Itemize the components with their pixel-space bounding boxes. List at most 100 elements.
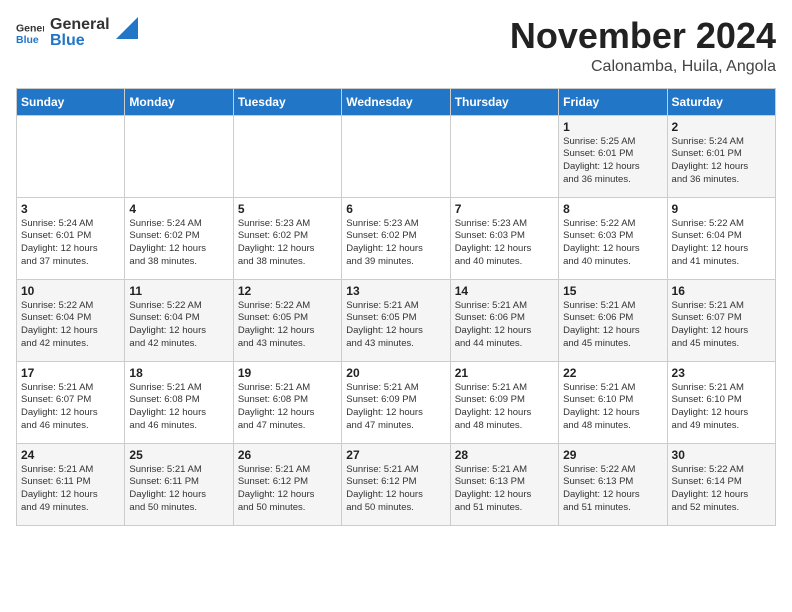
calendar-cell: 17 Sunrise: 5:21 AM Sunset: 6:07 PM Dayli… [17,361,125,443]
calendar-cell: 22 Sunrise: 5:21 AM Sunset: 6:10 PM Dayli… [559,361,667,443]
day-number: 6 [346,202,445,216]
day-info: Sunrise: 5:21 AM Sunset: 6:06 PM Dayligh… [563,300,662,351]
calendar-cell: 4 Sunrise: 5:24 AM Sunset: 6:02 PM Daylig… [125,197,233,279]
day-number: 10 [21,284,120,298]
calendar-cell [233,115,341,197]
calendar-cell: 30Sunrise: 5:22 AM Sunset: 6:14 PM Dayli… [667,443,775,525]
day-info: Sunrise: 5:24 AM Sunset: 6:01 PM Dayligh… [21,218,120,269]
day-number: 20 [346,366,445,380]
day-info: Sunrise: 5:22 AM Sunset: 6:05 PM Dayligh… [238,300,337,351]
calendar-cell: 16 Sunrise: 5:21 AM Sunset: 6:07 PM Dayli… [667,279,775,361]
svg-text:Blue: Blue [16,33,39,45]
calendar-cell [17,115,125,197]
calendar-week-row: 1 Sunrise: 5:25 AM Sunset: 6:01 PM Daylig… [17,115,776,197]
day-number: 3 [21,202,120,216]
calendar-cell: 11Sunrise: 5:22 AM Sunset: 6:04 PM Dayli… [125,279,233,361]
day-number: 25 [129,448,228,462]
calendar-week-row: 10 Sunrise: 5:22 AM Sunset: 6:04 PM Dayli… [17,279,776,361]
day-number: 16 [672,284,771,298]
day-number: 27 [346,448,445,462]
day-number: 7 [455,202,554,216]
calendar-cell: 7 Sunrise: 5:23 AM Sunset: 6:03 PM Daylig… [450,197,558,279]
day-info: Sunrise: 5:21 AM Sunset: 6:12 PM Dayligh… [238,464,337,515]
calendar-cell: 9 Sunrise: 5:22 AM Sunset: 6:04 PM Daylig… [667,197,775,279]
day-info: Sunrise: 5:21 AM Sunset: 6:08 PM Dayligh… [238,382,337,433]
calendar-week-row: 3 Sunrise: 5:24 AM Sunset: 6:01 PM Daylig… [17,197,776,279]
page-header: General Blue General Blue November 2024 … [16,16,776,76]
location-subtitle: Calonamba, Huila, Angola [510,58,776,76]
day-info: Sunrise: 5:21 AM Sunset: 6:11 PM Dayligh… [129,464,228,515]
calendar-cell: 14 Sunrise: 5:21 AM Sunset: 6:06 PM Dayli… [450,279,558,361]
day-number: 18 [129,366,228,380]
weekday-header-friday: Friday [559,88,667,115]
day-number: 17 [21,366,120,380]
day-info: Sunrise: 5:23 AM Sunset: 6:02 PM Dayligh… [238,218,337,269]
day-number: 4 [129,202,228,216]
calendar-week-row: 17 Sunrise: 5:21 AM Sunset: 6:07 PM Dayli… [17,361,776,443]
day-number: 22 [563,366,662,380]
logo: General Blue General Blue [16,16,138,49]
calendar-cell: 20 Sunrise: 5:21 AM Sunset: 6:09 PM Dayli… [342,361,450,443]
day-info: Sunrise: 5:22 AM Sunset: 6:13 PM Dayligh… [563,464,662,515]
day-info: Sunrise: 5:21 AM Sunset: 6:09 PM Dayligh… [346,382,445,433]
day-number: 8 [563,202,662,216]
day-info: Sunrise: 5:21 AM Sunset: 6:06 PM Dayligh… [455,300,554,351]
day-info: Sunrise: 5:22 AM Sunset: 6:04 PM Dayligh… [21,300,120,351]
day-info: Sunrise: 5:21 AM Sunset: 6:07 PM Dayligh… [21,382,120,433]
day-info: Sunrise: 5:21 AM Sunset: 6:13 PM Dayligh… [455,464,554,515]
logo-icon: General Blue [16,19,44,47]
day-number: 2 [672,120,771,134]
day-info: Sunrise: 5:21 AM Sunset: 6:10 PM Dayligh… [672,382,771,433]
weekday-header-thursday: Thursday [450,88,558,115]
calendar-cell: 6 Sunrise: 5:23 AM Sunset: 6:02 PM Daylig… [342,197,450,279]
day-number: 28 [455,448,554,462]
logo-triangle-icon [116,17,138,39]
day-info: Sunrise: 5:21 AM Sunset: 6:12 PM Dayligh… [346,464,445,515]
logo-text-blue: Blue [50,32,110,50]
calendar-cell: 19 Sunrise: 5:21 AM Sunset: 6:08 PM Dayli… [233,361,341,443]
title-block: November 2024 Calonamba, Huila, Angola [510,16,776,76]
calendar-cell: 5 Sunrise: 5:23 AM Sunset: 6:02 PM Daylig… [233,197,341,279]
day-info: Sunrise: 5:22 AM Sunset: 6:14 PM Dayligh… [672,464,771,515]
day-number: 9 [672,202,771,216]
calendar-cell [125,115,233,197]
day-number: 24 [21,448,120,462]
day-info: Sunrise: 5:22 AM Sunset: 6:04 PM Dayligh… [129,300,228,351]
calendar-week-row: 24 Sunrise: 5:21 AM Sunset: 6:11 PM Dayli… [17,443,776,525]
day-info: Sunrise: 5:22 AM Sunset: 6:04 PM Dayligh… [672,218,771,269]
day-info: Sunrise: 5:21 AM Sunset: 6:05 PM Dayligh… [346,300,445,351]
day-info: Sunrise: 5:21 AM Sunset: 6:08 PM Dayligh… [129,382,228,433]
month-year-title: November 2024 [510,16,776,56]
day-info: Sunrise: 5:21 AM Sunset: 6:10 PM Dayligh… [563,382,662,433]
calendar-cell: 25 Sunrise: 5:21 AM Sunset: 6:11 PM Dayli… [125,443,233,525]
weekday-header-saturday: Saturday [667,88,775,115]
calendar-cell: 29 Sunrise: 5:22 AM Sunset: 6:13 PM Dayli… [559,443,667,525]
calendar-cell: 10 Sunrise: 5:22 AM Sunset: 6:04 PM Dayli… [17,279,125,361]
day-info: Sunrise: 5:22 AM Sunset: 6:03 PM Dayligh… [563,218,662,269]
day-info: Sunrise: 5:23 AM Sunset: 6:02 PM Dayligh… [346,218,445,269]
calendar-cell: 21Sunrise: 5:21 AM Sunset: 6:09 PM Dayli… [450,361,558,443]
day-number: 13 [346,284,445,298]
calendar-cell: 2 Sunrise: 5:24 AM Sunset: 6:01 PM Daylig… [667,115,775,197]
calendar-cell: 12Sunrise: 5:22 AM Sunset: 6:05 PM Dayli… [233,279,341,361]
day-number: 14 [455,284,554,298]
day-number: 1 [563,120,662,134]
weekday-header-tuesday: Tuesday [233,88,341,115]
day-number: 5 [238,202,337,216]
day-info: Sunrise: 5:25 AM Sunset: 6:01 PM Dayligh… [563,136,662,187]
calendar-cell: 13 Sunrise: 5:21 AM Sunset: 6:05 PM Dayli… [342,279,450,361]
day-info: Sunrise: 5:24 AM Sunset: 6:02 PM Dayligh… [129,218,228,269]
day-info: Sunrise: 5:21 AM Sunset: 6:07 PM Dayligh… [672,300,771,351]
calendar-cell [342,115,450,197]
day-info: Sunrise: 5:21 AM Sunset: 6:11 PM Dayligh… [21,464,120,515]
calendar-header-row: SundayMondayTuesdayWednesdayThursdayFrid… [17,88,776,115]
calendar-cell: 26 Sunrise: 5:21 AM Sunset: 6:12 PM Dayli… [233,443,341,525]
weekday-header-monday: Monday [125,88,233,115]
day-info: Sunrise: 5:24 AM Sunset: 6:01 PM Dayligh… [672,136,771,187]
day-number: 15 [563,284,662,298]
day-info: Sunrise: 5:23 AM Sunset: 6:03 PM Dayligh… [455,218,554,269]
day-number: 26 [238,448,337,462]
day-number: 19 [238,366,337,380]
calendar-cell [450,115,558,197]
day-number: 29 [563,448,662,462]
